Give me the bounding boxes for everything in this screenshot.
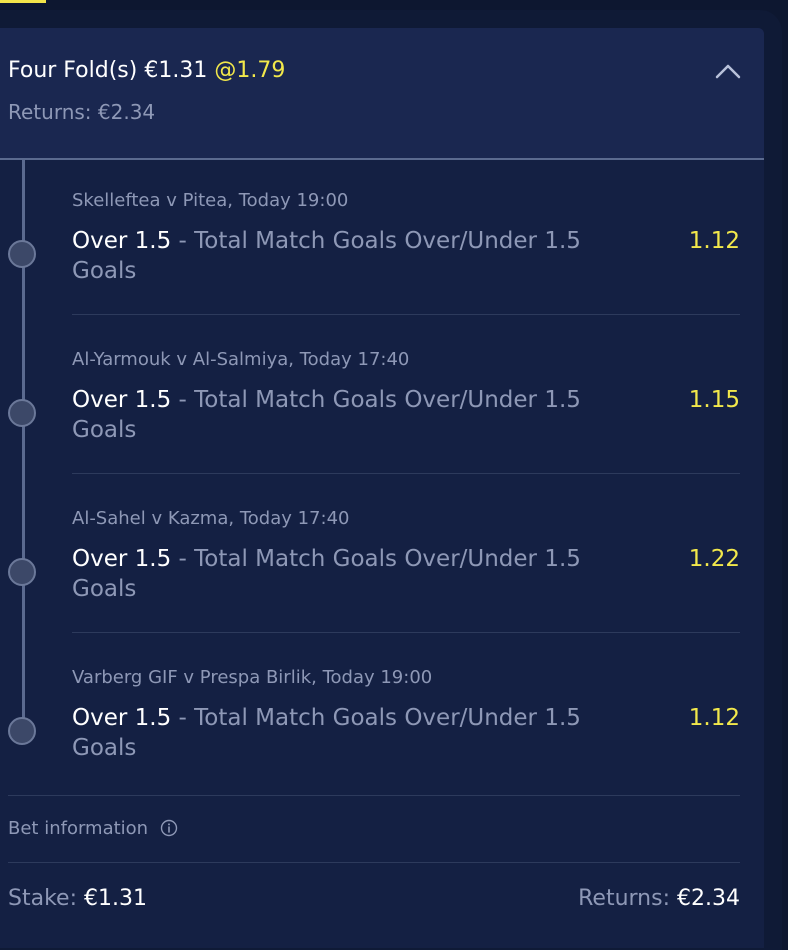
info-icon[interactable]	[160, 819, 178, 837]
selection-match: Varberg GIF v Prespa Birlik, Today 19:00	[72, 667, 433, 688]
bet-returns-label: Returns:	[8, 100, 92, 124]
selection-pick: Over 1.5	[72, 546, 172, 572]
selection-pick: Over 1.5	[72, 387, 172, 413]
stake-value: €1.31	[83, 886, 147, 911]
returns-summary: Returns: €2.34	[578, 886, 740, 911]
bet-title: Four Fold(s) €1.31 @1.79	[8, 58, 285, 83]
bet-information-link[interactable]: Bet information	[8, 818, 178, 839]
selection-match: Skelleftea v Pitea, Today 19:00	[72, 190, 349, 211]
stake-label: Stake:	[8, 886, 77, 911]
selection-odds: 1.15	[688, 387, 740, 413]
divider	[72, 473, 740, 474]
selection-market-line: Over 1.5 - Total Match Goals Over/Under …	[72, 226, 652, 286]
divider	[8, 795, 740, 796]
selection-pick: Over 1.5	[72, 705, 172, 731]
returns-value: €2.34	[677, 886, 740, 911]
selection-pick: Over 1.5	[72, 228, 172, 254]
divider	[72, 632, 740, 633]
timeline-dot	[8, 717, 36, 745]
bet-information-label: Bet information	[8, 818, 149, 839]
timeline-dot	[8, 558, 36, 586]
bet-returns-value: €2.34	[97, 100, 156, 124]
selection-odds: 1.22	[688, 546, 740, 572]
bet-header[interactable]: Four Fold(s) €1.31 @1.79 Returns: €2.34	[0, 28, 764, 160]
returns-label: Returns:	[578, 886, 671, 911]
divider	[72, 314, 740, 315]
bet-returns: Returns: €2.34	[8, 100, 155, 124]
selection-odds: 1.12	[688, 228, 740, 254]
selection-match: Al-Sahel v Kazma, Today 17:40	[72, 508, 350, 529]
selection-market-line: Over 1.5 - Total Match Goals Over/Under …	[72, 385, 652, 445]
timeline-dot	[8, 240, 36, 268]
bet-total-odds: @1.79	[214, 58, 286, 83]
selection-odds: 1.12	[688, 705, 740, 731]
bet-card: Four Fold(s) €1.31 @1.79 Returns: €2.34	[0, 28, 764, 948]
stake-summary: Stake: €1.31	[8, 886, 147, 911]
timeline-dot	[8, 399, 36, 427]
collapse-button[interactable]	[712, 58, 744, 84]
selection-match: Al-Yarmouk v Al-Salmiya, Today 17:40	[72, 349, 410, 370]
selection-market-line: Over 1.5 - Total Match Goals Over/Under …	[72, 544, 652, 604]
active-tab-indicator	[0, 0, 46, 3]
bet-type-stake: Four Fold(s) €1.31	[8, 58, 208, 83]
chevron-up-icon	[715, 64, 741, 79]
selection-market-line: Over 1.5 - Total Match Goals Over/Under …	[72, 703, 652, 763]
divider	[8, 862, 740, 863]
